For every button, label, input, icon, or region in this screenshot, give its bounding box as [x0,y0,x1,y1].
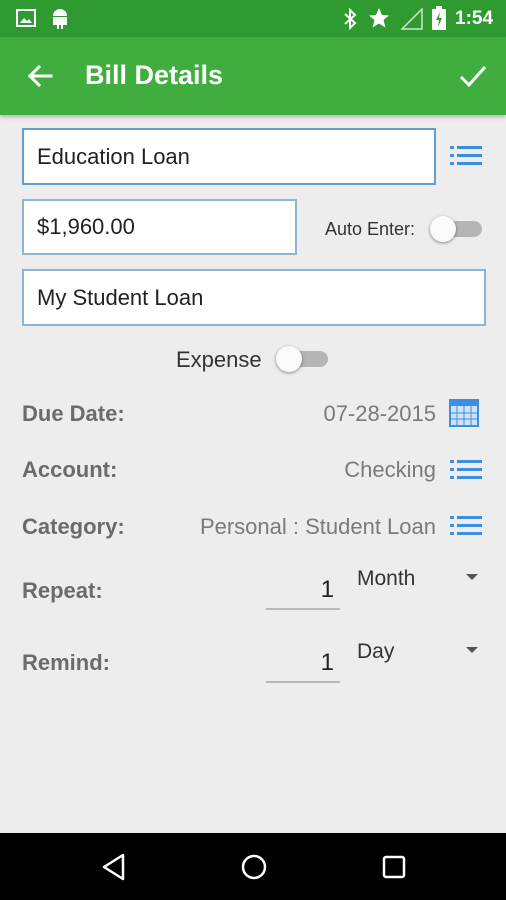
due-date-value[interactable]: 07-28-2015 [323,401,436,427]
remind-label: Remind: [22,650,110,675]
note-value: My Student Loan [37,284,204,310]
chevron-down-icon[interactable] [466,647,478,653]
auto-enter-label: Auto Enter: [325,219,416,239]
signal-icon [401,8,423,30]
repeat-unit-spinner[interactable]: Month [357,567,415,591]
battery-icon [432,6,446,30]
arrow-left-icon [27,64,53,88]
remind-number-input[interactable]: 1 [266,643,340,683]
star-icon [369,8,389,28]
recents-nav-icon[interactable] [381,854,407,880]
gallery-icon [16,9,36,27]
amount-value: $1,960.00 [37,214,135,239]
back-button[interactable] [22,59,58,93]
chevron-down-icon[interactable] [466,574,478,580]
list-icon[interactable] [450,145,482,167]
note-field[interactable]: My Student Loan [22,269,486,326]
back-nav-icon[interactable] [101,853,127,881]
bill-name-field[interactable]: Education Loan [22,128,436,185]
page-title: Bill Details [85,60,224,90]
remind-unit-spinner[interactable]: Day [357,640,394,664]
category-label: Category: [22,514,125,539]
list-icon[interactable] [450,459,482,481]
category-value[interactable]: Personal : Student Loan [200,514,436,540]
android-icon [53,9,67,29]
check-icon [459,66,487,88]
account-label: Account: [22,457,118,482]
status-bar: 1:54 [0,0,506,37]
bill-name-value: Education Loan [37,143,190,169]
calendar-icon[interactable] [449,399,479,427]
app-bar: Bill Details [0,37,506,115]
repeat-number-input[interactable]: 1 [266,570,340,610]
expense-toggle[interactable] [274,344,332,374]
home-nav-icon[interactable] [239,852,269,882]
auto-enter-toggle[interactable] [428,214,486,244]
amount-field[interactable]: $1,960.00 [22,199,297,255]
save-button[interactable] [455,59,491,93]
expense-label: Expense [176,347,262,372]
account-value[interactable]: Checking [344,457,436,483]
status-time: 1:54 [455,8,494,29]
repeat-label: Repeat: [22,578,103,603]
due-date-label: Due Date: [22,401,125,426]
bluetooth-icon [344,8,357,30]
navigation-bar [0,833,506,900]
list-icon[interactable] [450,515,482,537]
